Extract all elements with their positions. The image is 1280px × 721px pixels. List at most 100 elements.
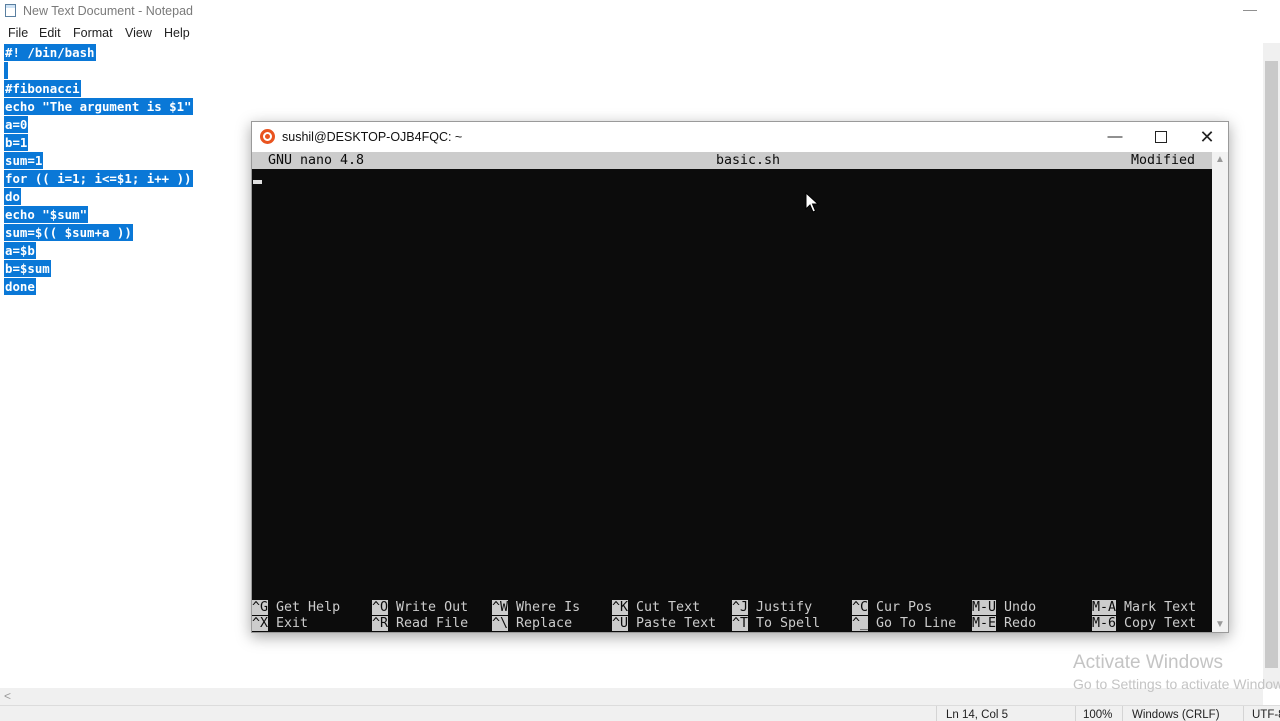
shortcut-write-out: ^O Write Out <box>372 600 468 616</box>
notepad-icon <box>5 4 16 17</box>
text-cursor <box>253 180 262 184</box>
shortcut-label: Copy Text <box>1124 616 1197 631</box>
shortcut-label: Replace <box>516 616 573 631</box>
shortcut-label: Undo <box>1004 600 1037 615</box>
activate-windows-watermark: Activate Windows <box>1073 652 1223 673</box>
status-line-ending: Windows (CRLF) <box>1132 709 1220 721</box>
shortcut-key: M-U <box>972 600 997 615</box>
menu-view[interactable]: View <box>125 26 152 40</box>
status-position: Ln 14, Col 5 <box>946 709 1009 721</box>
shortcut-undo: M-U Undo <box>972 600 1036 616</box>
shortcut-key: M-E <box>972 616 997 631</box>
shortcut-label: Paste Text <box>636 616 717 631</box>
code-line: a=0 <box>4 116 29 133</box>
shortcut-label: Exit <box>276 616 309 631</box>
shortcut-key: ^J <box>732 600 749 615</box>
status-zoom: 100% <box>1083 709 1113 721</box>
shortcut-label: Where Is <box>516 600 581 615</box>
status-divider <box>936 706 937 721</box>
minimize-button[interactable]: — <box>1092 122 1138 152</box>
shortcut-label: Go To Line <box>876 616 957 631</box>
shortcut-paste-text: ^U Paste Text <box>612 616 716 632</box>
shortcut-key: ^K <box>612 600 629 615</box>
code-line: b=1 <box>4 134 29 151</box>
menu-format[interactable]: Format <box>73 26 113 40</box>
scroll-up-icon[interactable]: ▲ <box>1215 154 1225 165</box>
status-divider <box>1075 706 1076 721</box>
shortcut-copy-text: M-6 Copy Text <box>1092 616 1196 632</box>
shortcut-get-help: ^G Get Help <box>252 600 340 616</box>
menu-file[interactable]: File <box>8 26 28 40</box>
shortcut-label: Cur Pos <box>876 600 933 615</box>
shortcut-label: Redo <box>1004 616 1037 631</box>
shortcut-key: ^O <box>372 600 389 615</box>
shortcut-key: ^X <box>252 616 269 631</box>
terminal-title: sushil@DESKTOP-OJB4FQC: ~ <box>282 130 463 144</box>
code-line: echo "The argument is $1" <box>4 98 193 115</box>
shortcut-to-spell: ^T To Spell <box>732 616 820 632</box>
code-line-empty <box>4 62 8 79</box>
terminal-window[interactable]: sushil@DESKTOP-OJB4FQC: ~ — ✕ GNU nano 4… <box>251 121 1229 633</box>
code-line: echo "$sum" <box>4 206 89 223</box>
notepad-vertical-scrollbar[interactable] <box>1263 43 1280 688</box>
shortcut-where-is: ^W Where Is <box>492 600 580 616</box>
shortcut-key: ^W <box>492 600 509 615</box>
shortcut-go-to-line: ^_ Go To Line <box>852 616 956 632</box>
nano-header: GNU nano 4.8 basic.sh Modified <box>252 152 1212 169</box>
code-line: a=$b <box>4 242 36 259</box>
shortcut-label: Mark Text <box>1124 600 1197 615</box>
menu-edit[interactable]: Edit <box>39 26 61 40</box>
shortcut-key: ^U <box>612 616 629 631</box>
nano-editor-screen[interactable]: GNU nano 4.8 basic.sh Modified ^G Get He… <box>252 152 1212 632</box>
shortcut-label: Write Out <box>396 600 469 615</box>
shortcut-key: ^G <box>252 600 269 615</box>
nano-modified-status: Modified <box>1131 153 1196 168</box>
shortcut-cut-text: ^K Cut Text <box>612 600 700 616</box>
status-divider <box>1243 706 1244 721</box>
shortcut-key: ^R <box>372 616 389 631</box>
code-line: sum=$(( $sum+a )) <box>4 224 133 241</box>
mouse-pointer-icon <box>805 191 820 213</box>
shortcut-key: ^C <box>852 600 869 615</box>
shortcut-key: ^T <box>732 616 749 631</box>
shortcut-read-file: ^R Read File <box>372 616 468 632</box>
scroll-down-icon[interactable]: ▼ <box>1215 619 1225 630</box>
shortcut-label: Justify <box>756 600 813 615</box>
nano-version: GNU nano 4.8 <box>268 153 365 168</box>
scroll-left-icon[interactable]: < <box>4 689 11 703</box>
shortcut-exit: ^X Exit <box>252 616 308 632</box>
shortcut-replace: ^\ Replace <box>492 616 572 632</box>
code-line: done <box>4 278 36 295</box>
shortcut-mark-text: M-A Mark Text <box>1092 600 1196 616</box>
notepad-titlebar: New Text Document - Notepad — <box>0 0 1280 23</box>
code-line: b=$sum <box>4 260 51 277</box>
close-button[interactable]: ✕ <box>1184 122 1230 152</box>
ubuntu-icon <box>260 129 275 144</box>
terminal-scrollbar[interactable]: ▲ ▼ <box>1212 152 1228 632</box>
nano-filename: basic.sh <box>716 153 781 168</box>
activate-windows-hint: Go to Settings to activate Windows. <box>1073 676 1280 692</box>
shortcut-key: ^_ <box>852 616 869 631</box>
shortcut-label: To Spell <box>756 616 821 631</box>
status-divider <box>1122 706 1123 721</box>
shortcut-label: Read File <box>396 616 469 631</box>
code-line: for (( i=1; i<=$1; i++ )) <box>4 170 193 187</box>
code-line: sum=1 <box>4 152 44 169</box>
shortcut-cur-pos: ^C Cur Pos <box>852 600 932 616</box>
notepad-menubar: File Edit Format View Help <box>0 23 1280 43</box>
terminal-titlebar[interactable]: sushil@DESKTOP-OJB4FQC: ~ — ✕ <box>252 122 1228 152</box>
shortcut-redo: M-E Redo <box>972 616 1036 632</box>
menu-help[interactable]: Help <box>164 26 190 40</box>
scroll-thumb[interactable] <box>1265 61 1278 668</box>
shortcut-justify: ^J Justify <box>732 600 812 616</box>
code-line: #! /bin/bash <box>4 44 96 61</box>
notepad-title: New Text Document - Notepad <box>23 4 193 18</box>
maximize-icon <box>1155 131 1167 144</box>
shortcut-key: M-6 <box>1092 616 1117 631</box>
shortcut-key: M-A <box>1092 600 1117 615</box>
maximize-button[interactable] <box>1138 122 1184 152</box>
shortcut-label: Cut Text <box>636 600 701 615</box>
shortcut-key: ^\ <box>492 616 509 631</box>
shortcut-label: Get Help <box>276 600 341 615</box>
notepad-minimize-button[interactable]: — <box>1240 0 1260 22</box>
